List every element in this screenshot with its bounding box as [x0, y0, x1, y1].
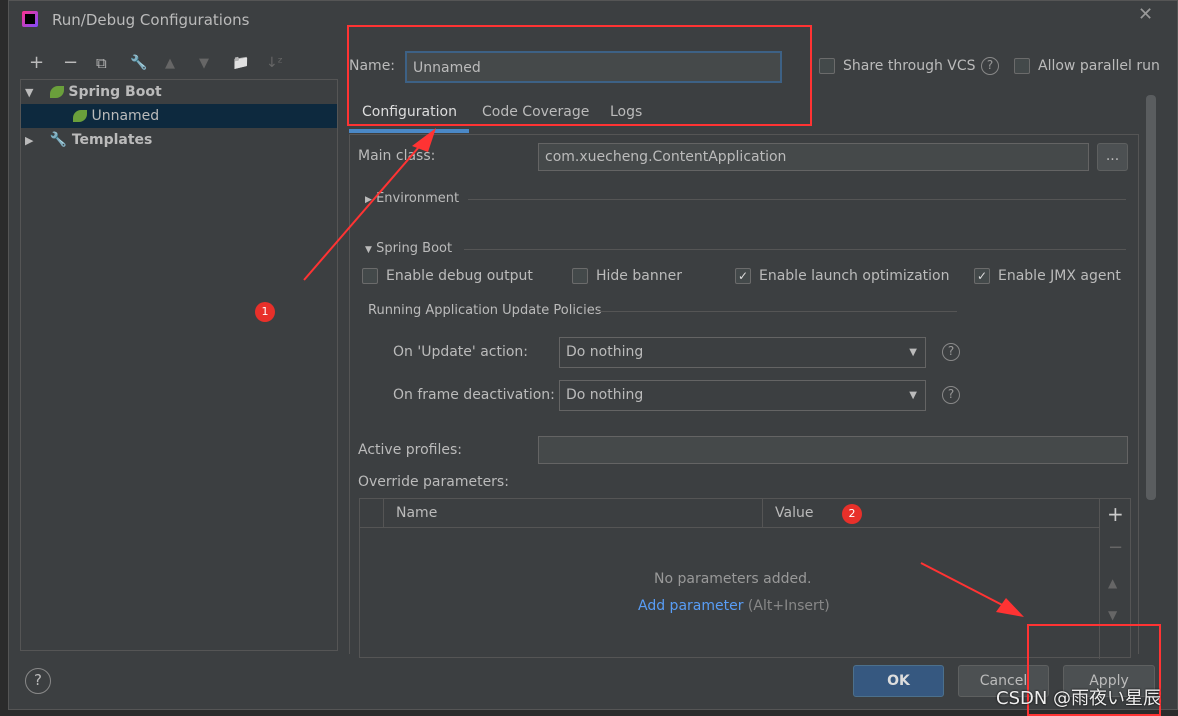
- arrow-head-icon: [996, 598, 1024, 617]
- watermark: CSDN @雨夜い星辰: [996, 688, 1162, 709]
- annotation-arrow-2: [920, 562, 1013, 611]
- annotation-arrow-1: [303, 139, 426, 281]
- arrow-head-icon: [412, 128, 436, 152]
- annotation-arrows: [303, 128, 1024, 617]
